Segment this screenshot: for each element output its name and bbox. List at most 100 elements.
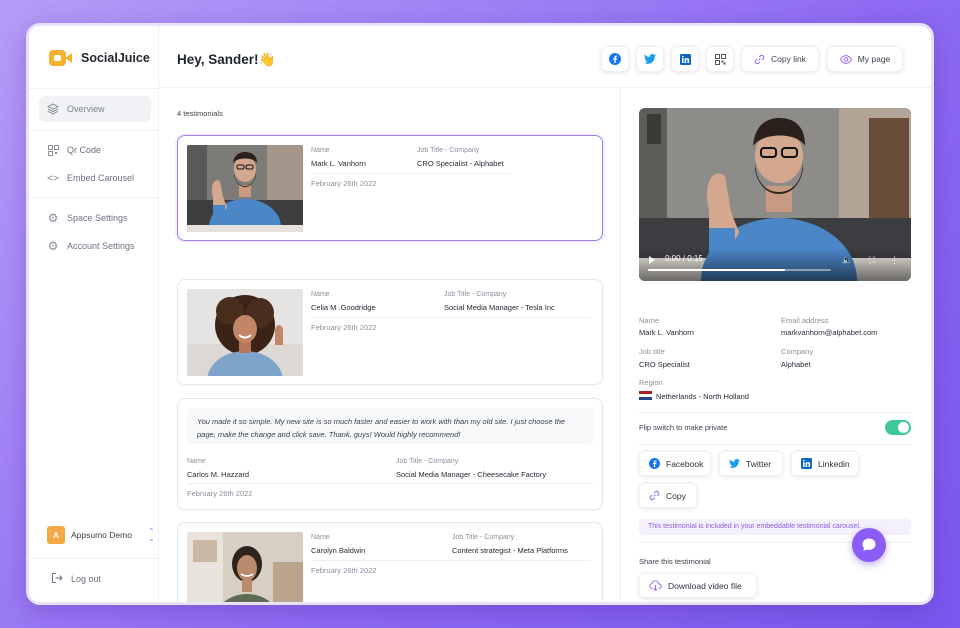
sidebar-item-label: Qr Code	[67, 145, 102, 155]
account-switcher[interactable]: A Appsumo Demo ⌃ ⌄	[47, 526, 155, 544]
more-options-icon[interactable]: ⋮	[890, 255, 899, 266]
sidebar-item-embed-carousel[interactable]: <> Embed Carousel	[39, 165, 151, 191]
video-camera-icon	[49, 48, 73, 68]
app-name: SocialJuice	[81, 51, 150, 65]
share-facebook-button[interactable]: Facebook	[639, 451, 711, 476]
testimonial-job: CRO Specialist - Alphabet	[417, 159, 504, 168]
testimonial-count: 4 testimonials	[177, 109, 223, 118]
detail-company: Alphabet	[781, 360, 811, 369]
divider	[29, 197, 159, 198]
copy-link-button[interactable]: Copy link	[741, 46, 819, 72]
testimonial-card[interactable]: Name Celia M .Goodridge Job Title - Comp…	[177, 279, 603, 385]
divider	[639, 412, 911, 413]
page-title: Hey, Sander!👋	[177, 52, 276, 67]
job-label: Job Title - Company	[444, 291, 507, 298]
private-toggle[interactable]	[885, 420, 911, 435]
divider	[29, 88, 159, 89]
chat-button[interactable]	[852, 528, 886, 562]
testimonial-thumbnail[interactable]	[187, 289, 303, 376]
twitter-icon	[729, 459, 740, 468]
copy-button[interactable]: Copy	[639, 483, 697, 508]
testimonial-card[interactable]: You made it so simple. My new site is so…	[177, 398, 603, 510]
testimonial-card[interactable]: Name Carolyn Baldwin Job Title - Company…	[177, 522, 603, 602]
my-page-label: My page	[857, 54, 891, 64]
sidebar-item-overview[interactable]: Overview	[39, 96, 151, 122]
facebook-label: Facebook	[666, 458, 704, 469]
header: Hey, Sander!👋 Copy link My page	[159, 26, 931, 88]
testimonial-job: Social Media Manager - Cheesecake Factor…	[396, 470, 547, 479]
logout-icon	[51, 572, 63, 586]
facebook-icon	[609, 53, 621, 65]
detail-job: CRO Specialist	[639, 360, 690, 369]
logout-button[interactable]: Log out	[51, 572, 101, 586]
copy-link-label: Copy link	[771, 54, 806, 64]
region-label: Region	[639, 378, 663, 387]
video-progress-fill	[648, 269, 786, 271]
testimonial-thumbnail[interactable]	[187, 145, 303, 232]
twitter-label: Twitter	[746, 458, 772, 469]
detail-email: markvanhorn@alphabet.com	[781, 328, 878, 337]
job-label: Job Title - Company	[396, 458, 459, 465]
job-title-label: Job title	[639, 347, 665, 356]
eye-icon	[839, 54, 852, 64]
linkedin-label: Linkedin	[818, 458, 850, 469]
sidebar-item-label: Embed Carousel	[67, 173, 135, 183]
name-label: Name	[187, 458, 206, 465]
share-section-label: Share this testimonial	[639, 557, 711, 566]
account-name: Appsumo Demo	[71, 530, 132, 540]
share-qr-button[interactable]	[706, 46, 734, 72]
share-twitter-button[interactable]	[636, 46, 664, 72]
testimonial-job: Social Media Manager - Tesla Inc	[444, 303, 555, 312]
detail-region: Netherlands - North Holland	[656, 392, 749, 401]
logout-label: Log out	[71, 574, 102, 584]
testimonial-list: 4 testimonials Name Mark L. Vanhorn Job …	[159, 88, 621, 602]
divider	[311, 173, 511, 174]
sidebar-item-qr-code[interactable]: Qr Code	[39, 137, 151, 163]
qr-code-icon	[714, 53, 726, 65]
name-label: Name	[311, 147, 330, 154]
testimonial-thumbnail[interactable]	[187, 532, 303, 602]
volume-icon[interactable]: 🔈	[842, 255, 853, 266]
divider	[187, 483, 593, 484]
testimonial-quote: You made it so simple. My new site is so…	[187, 408, 593, 444]
copy-label: Copy	[666, 490, 686, 501]
divider	[311, 560, 591, 561]
qr-code-icon	[47, 144, 59, 156]
avatar: A	[47, 526, 65, 544]
job-label: Job Title - Company	[417, 147, 480, 154]
play-icon[interactable]	[649, 256, 655, 264]
sidebar: SocialJuice Overview Qr Code <> Embed Ca…	[29, 26, 159, 602]
my-page-button[interactable]: My page	[827, 46, 903, 72]
testimonial-card[interactable]: Name Mark L. Vanhorn Job Title - Company…	[177, 135, 603, 241]
testimonial-name: Celia M .Goodridge	[311, 303, 376, 312]
logo[interactable]: SocialJuice	[49, 48, 150, 68]
email-label: Email address	[781, 316, 829, 325]
fullscreen-icon[interactable]: ⛶	[869, 255, 875, 266]
divider	[311, 317, 591, 318]
chevron-up-down-icon: ⌃ ⌄	[147, 527, 155, 543]
testimonial-date: February 26th 2022	[311, 566, 377, 575]
video-progress[interactable]	[648, 269, 831, 271]
sidebar-item-label: Overview	[67, 104, 105, 114]
share-linkedin-button[interactable]: Linkedin	[791, 451, 859, 476]
share-twitter-button[interactable]: Twitter	[719, 451, 783, 476]
testimonial-job: Content strategist - Meta Platforms	[452, 546, 568, 555]
sidebar-item-label: Space Settings	[67, 213, 128, 223]
layers-icon	[47, 103, 59, 115]
testimonial-name: Carolyn Baldwin	[311, 546, 366, 555]
divider	[29, 130, 159, 131]
share-linkedin-button[interactable]	[671, 46, 699, 72]
app-window: SocialJuice Overview Qr Code <> Embed Ca…	[26, 23, 934, 605]
chat-bubble-icon	[862, 538, 876, 552]
name-label: Name	[639, 316, 660, 325]
download-video-button[interactable]: Download video file	[639, 573, 757, 598]
company-label: Company	[781, 347, 814, 356]
video-player[interactable]: 0:00 / 0:15 🔈 ⛶ ⋮	[639, 108, 911, 281]
share-facebook-button[interactable]	[601, 46, 629, 72]
sidebar-item-label: Account Settings	[67, 241, 135, 251]
name-label: Name	[311, 291, 330, 298]
sidebar-item-space-settings[interactable]: ⚙ Space Settings	[39, 205, 151, 231]
sidebar-item-account-settings[interactable]: ⚙ Account Settings	[39, 233, 151, 259]
gear-icon: ⚙	[47, 239, 59, 253]
code-icon: <>	[46, 172, 60, 184]
